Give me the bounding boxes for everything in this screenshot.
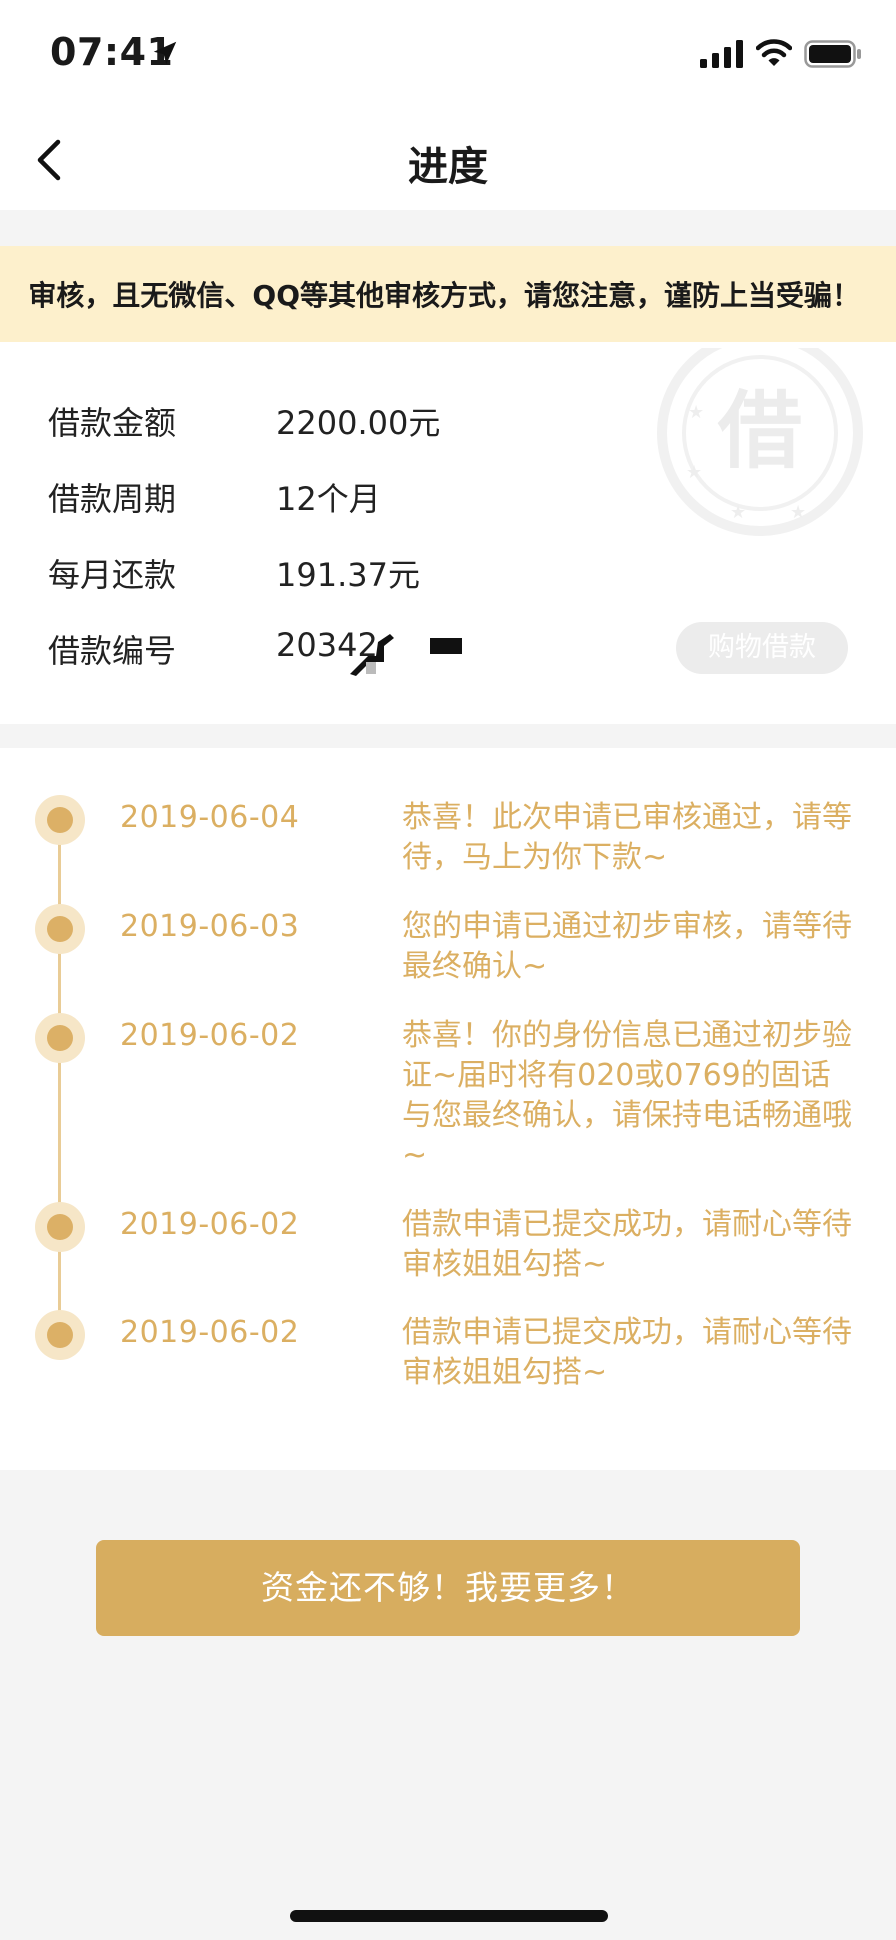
svg-text:★: ★ xyxy=(790,502,806,523)
amount-value: 2200.00元 xyxy=(276,404,441,442)
timeline-text: 借款申请已提交成功，请耐心等待审核姐姐勾搭~ xyxy=(402,1207,852,1282)
timeline-date: 2019-06-02 xyxy=(120,1315,300,1350)
page-title: 进度 xyxy=(408,144,488,190)
timeline-text: 您的申请已通过初步审核，请等待最终确认~ xyxy=(402,909,852,984)
loan-number-label: 借款编号 xyxy=(48,632,177,670)
svg-text:★: ★ xyxy=(686,462,702,483)
monthly-payment-label: 每月还款 xyxy=(48,556,177,594)
timeline-dot xyxy=(35,1013,85,1063)
svg-text:★: ★ xyxy=(688,402,704,423)
progress-page: 07:41 进度 审核，且无微信、QQ等其他审核方式，请您注意，谨防上当受骗！ … xyxy=(0,0,896,1940)
signal-icon xyxy=(700,40,743,68)
battery-icon xyxy=(804,40,861,68)
more-funds-button[interactable]: 资金还不够！我要更多！ xyxy=(96,1540,800,1636)
nav-bar: 进度 xyxy=(0,110,896,210)
status-bar: 07:41 xyxy=(0,0,896,110)
timeline-dot xyxy=(35,795,85,845)
wifi-icon xyxy=(756,39,792,66)
loan-info-card: 借 ★ ★ ★ ★ 借款金额 2200.00元 借款周期 12个月 每月还款 1… xyxy=(0,342,896,724)
timeline-text: 恭喜！此次申请已审核通过，请等待，马上为你下款~ xyxy=(402,800,852,875)
timeline-date: 2019-06-02 xyxy=(120,1207,300,1242)
timeline-line xyxy=(58,818,61,1338)
timeline-date: 2019-06-03 xyxy=(120,909,300,944)
redaction-mark xyxy=(350,634,394,676)
timeline-date: 2019-06-04 xyxy=(120,800,300,835)
shopping-loan-tag[interactable]: 购物借款 xyxy=(676,622,848,674)
stamp-char: 借 xyxy=(717,382,802,480)
home-indicator[interactable] xyxy=(290,1910,608,1922)
notice-banner: 审核，且无微信、QQ等其他审核方式，请您注意，谨防上当受骗！ xyxy=(0,246,896,342)
timeline-dot xyxy=(35,1202,85,1252)
redaction-mark xyxy=(430,638,462,654)
progress-timeline: 2019-06-04 恭喜！此次申请已审核通过，请等待，马上为你下款~ 2019… xyxy=(0,748,896,1470)
monthly-payment-value: 191.37元 xyxy=(276,556,420,594)
amount-label: 借款金额 xyxy=(48,404,177,442)
stamp-icon: 借 ★ ★ ★ ★ xyxy=(657,348,863,536)
timeline-dot xyxy=(35,904,85,954)
timeline-text: 借款申请已提交成功，请耐心等待审核姐姐勾搭~ xyxy=(402,1315,852,1390)
period-value: 12个月 xyxy=(276,480,381,518)
timeline-dot xyxy=(35,1310,85,1360)
period-label: 借款周期 xyxy=(48,480,177,518)
notice-text: 审核，且无微信、QQ等其他审核方式，请您注意，谨防上当受骗！ xyxy=(28,279,860,312)
timeline-date: 2019-06-02 xyxy=(120,1018,300,1053)
timeline-text: 恭喜！你的身份信息已通过初步验证~届时将有020或0769的固话与您最终确认，请… xyxy=(402,1018,852,1173)
location-arrow-icon xyxy=(153,41,177,65)
svg-text:★: ★ xyxy=(730,502,746,523)
